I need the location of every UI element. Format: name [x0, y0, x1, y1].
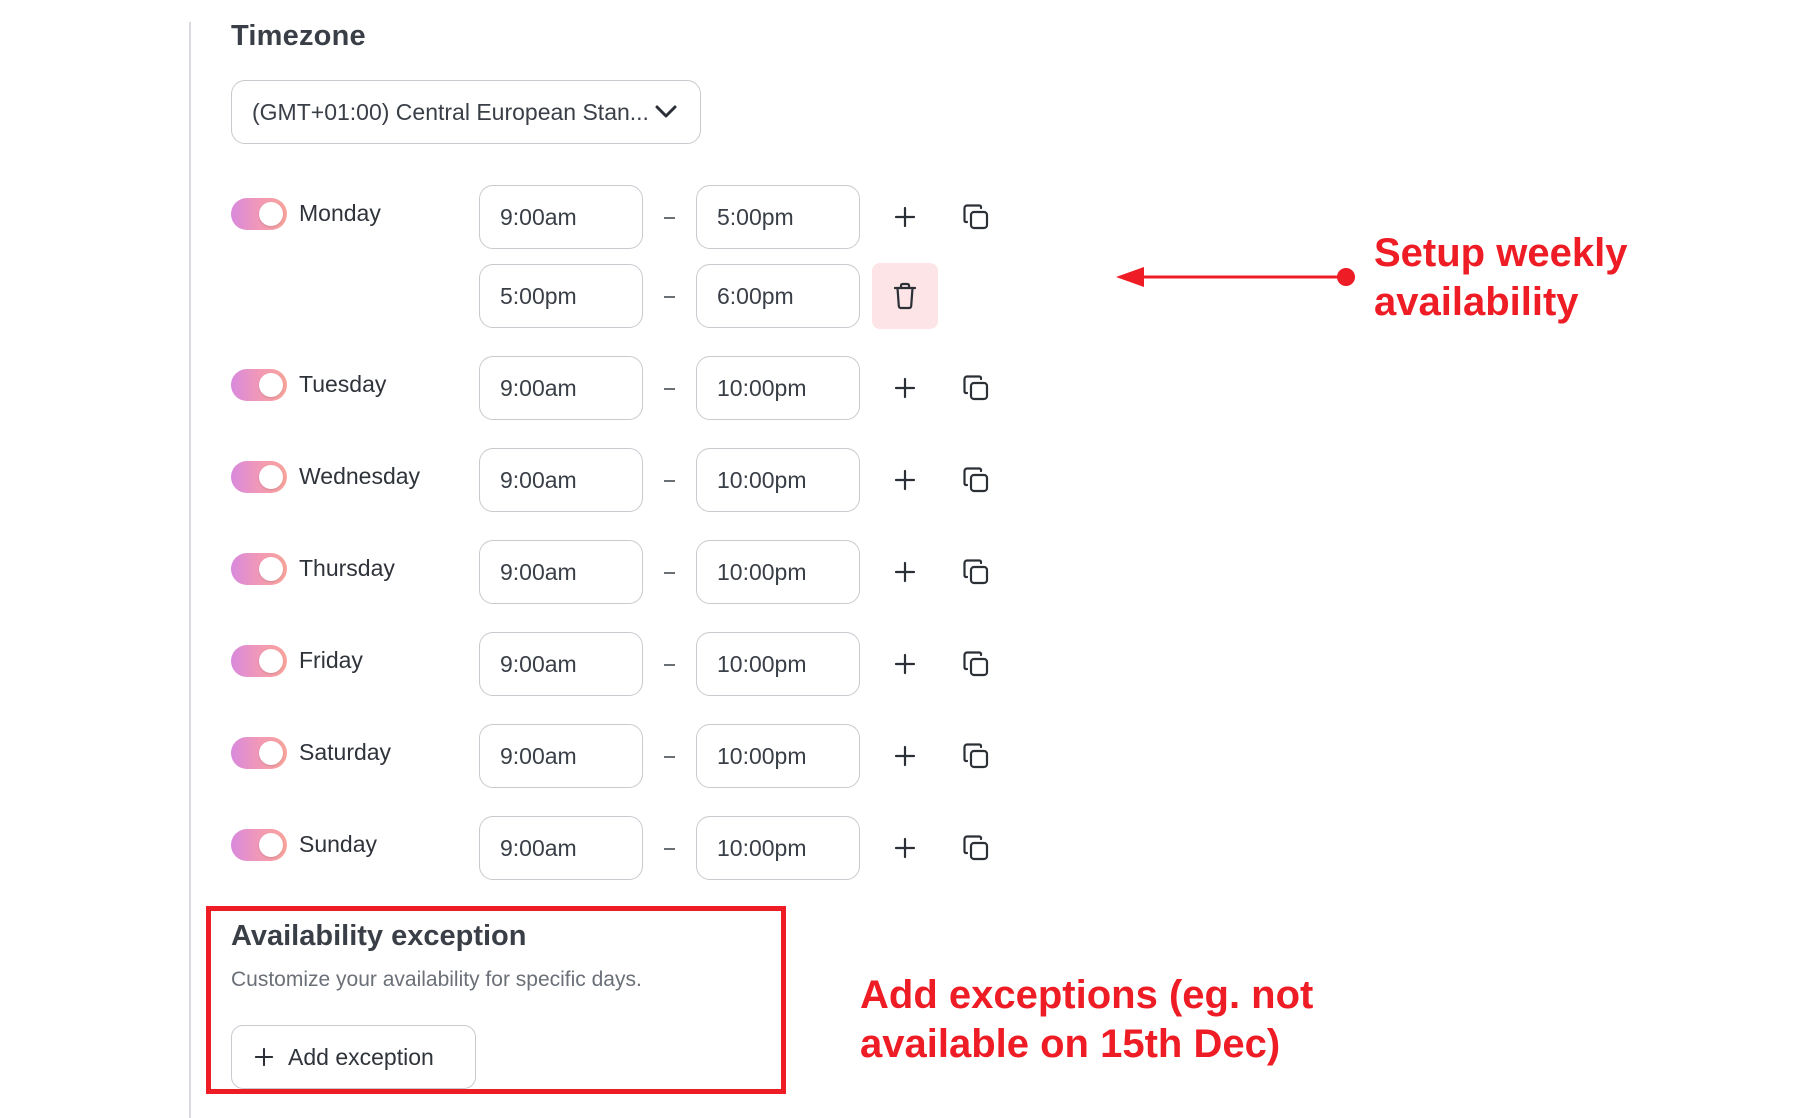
start-time-thursday[interactable]: 9:00am [479, 540, 643, 604]
end-time-monday-1[interactable]: 5:00pm [696, 185, 860, 249]
add-slot-button-wednesday[interactable] [885, 460, 925, 500]
toggle-wednesday[interactable] [231, 461, 287, 493]
toggle-thursday[interactable] [231, 553, 287, 585]
add-slot-button-thursday[interactable] [885, 552, 925, 592]
trash-icon [893, 282, 917, 310]
copy-button-tuesday[interactable] [956, 368, 996, 408]
range-dash [664, 480, 675, 482]
toggle-friday[interactable] [231, 645, 287, 677]
end-time-sunday[interactable]: 10:00pm [696, 816, 860, 880]
add-slot-button-tuesday[interactable] [885, 368, 925, 408]
range-dash [664, 296, 675, 298]
copy-button-sunday[interactable] [956, 828, 996, 868]
toggle-knob [259, 557, 283, 581]
copy-button-monday[interactable] [956, 197, 996, 237]
toggle-knob [259, 833, 283, 857]
add-slot-button-saturday[interactable] [885, 736, 925, 776]
day-label-monday: Monday [299, 200, 381, 226]
plus-icon [894, 377, 916, 399]
toggle-saturday[interactable] [231, 737, 287, 769]
toggle-tuesday[interactable] [231, 369, 287, 401]
copy-icon [963, 467, 989, 493]
end-time-saturday[interactable]: 10:00pm [696, 724, 860, 788]
day-label-thursday: Thursday [299, 555, 395, 581]
plus-icon [894, 469, 916, 491]
start-time-wednesday[interactable]: 9:00am [479, 448, 643, 512]
day-label-saturday: Saturday [299, 739, 392, 765]
copy-icon [963, 559, 989, 585]
range-dash [664, 217, 675, 219]
toggle-knob [259, 649, 283, 673]
toggle-monday[interactable] [231, 198, 287, 230]
end-time-tuesday[interactable]: 10:00pm [696, 356, 860, 420]
copy-icon [963, 651, 989, 677]
start-time-saturday[interactable]: 9:00am [479, 724, 643, 788]
annotation-arrow [1116, 267, 1355, 287]
chevron-down-icon [652, 98, 680, 126]
copy-icon [963, 375, 989, 401]
copy-button-thursday[interactable] [956, 552, 996, 592]
delete-slot-button-monday[interactable] [872, 263, 938, 329]
copy-button-friday[interactable] [956, 644, 996, 684]
start-time-sunday[interactable]: 9:00am [479, 816, 643, 880]
copy-icon [963, 743, 989, 769]
toggle-knob [259, 202, 283, 226]
timezone-title: Timezone [231, 20, 366, 52]
range-dash [664, 756, 675, 758]
plus-icon [894, 206, 916, 228]
day-label-wednesday: Wednesday [299, 463, 421, 489]
day-label-friday: Friday [299, 647, 363, 673]
add-slot-button-friday[interactable] [885, 644, 925, 684]
copy-button-saturday[interactable] [956, 736, 996, 776]
start-time-monday-1[interactable]: 9:00am [479, 185, 643, 249]
annotation-highlight-box [206, 906, 786, 1094]
end-time-monday-2[interactable]: 6:00pm [696, 264, 860, 328]
add-slot-button-sunday[interactable] [885, 828, 925, 868]
toggle-knob [259, 465, 283, 489]
timezone-select[interactable]: (GMT+01:00) Central European Stan... [231, 80, 701, 144]
end-time-thursday[interactable]: 10:00pm [696, 540, 860, 604]
range-dash [664, 572, 675, 574]
copy-icon [963, 204, 989, 230]
end-time-friday[interactable]: 10:00pm [696, 632, 860, 696]
copy-icon [963, 835, 989, 861]
plus-icon [894, 837, 916, 859]
start-time-tuesday[interactable]: 9:00am [479, 356, 643, 420]
left-divider [189, 22, 191, 1118]
plus-icon [894, 745, 916, 767]
toggle-sunday[interactable] [231, 829, 287, 861]
day-label-tuesday: Tuesday [299, 371, 387, 397]
plus-icon [894, 653, 916, 675]
annotation-exceptions: Add exceptions (eg. not available on 15t… [860, 973, 1314, 1067]
copy-button-wednesday[interactable] [956, 460, 996, 500]
plus-icon [894, 561, 916, 583]
toggle-knob [259, 373, 283, 397]
range-dash [664, 664, 675, 666]
range-dash [664, 388, 675, 390]
add-slot-button-monday[interactable] [885, 197, 925, 237]
day-label-sunday: Sunday [299, 831, 378, 857]
toggle-knob [259, 741, 283, 765]
start-time-friday[interactable]: 9:00am [479, 632, 643, 696]
start-time-monday-2[interactable]: 5:00pm [479, 264, 643, 328]
range-dash [664, 848, 675, 850]
end-time-wednesday[interactable]: 10:00pm [696, 448, 860, 512]
annotation-weekly: Setup weekly availability [1374, 231, 1628, 325]
timezone-value: (GMT+01:00) Central European Stan... [252, 98, 649, 125]
